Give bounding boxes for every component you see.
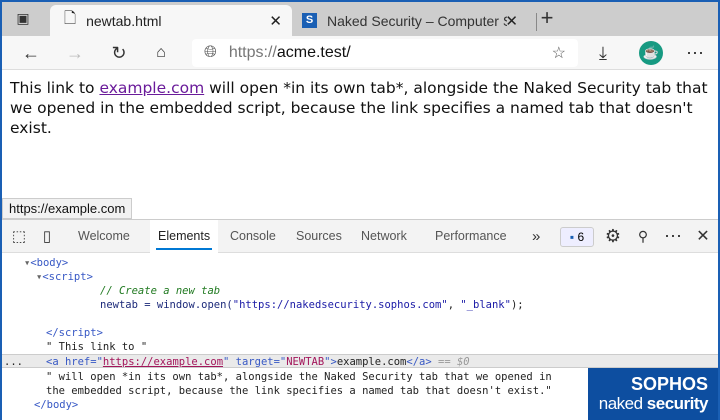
forward-icon[interactable]: → bbox=[62, 40, 88, 66]
text: This link to bbox=[10, 79, 100, 97]
issues-button[interactable]: ▪ 6 bbox=[560, 227, 594, 247]
tab-strip: ▣ 🗋 newtab.html ✕ S Naked Security – Com… bbox=[2, 2, 718, 36]
devtools-tab-performance[interactable]: Performance bbox=[435, 220, 507, 253]
issues-count: 6 bbox=[577, 230, 585, 244]
dom-node-script[interactable]: ▾<script> bbox=[2, 270, 718, 284]
status-bubble: https://example.com bbox=[2, 198, 133, 219]
dom-text-node[interactable]: " This link to " bbox=[2, 340, 718, 354]
script-code: newtab = window.open("https://nakedsecur… bbox=[100, 299, 524, 311]
close-devtools-icon[interactable]: ✕ bbox=[690, 223, 716, 249]
devtools-tab-network[interactable]: Network bbox=[361, 220, 407, 253]
devtools-toolbar: ⬚ ▯ Welcome Elements Console Sources Net… bbox=[2, 219, 718, 253]
address-bar[interactable]: 🌐︎ https://acme.test/ ☆ bbox=[192, 39, 578, 67]
device-emulation-icon[interactable]: ▯ bbox=[34, 223, 60, 249]
new-tab-button[interactable]: + bbox=[534, 5, 560, 31]
devtools-tab-elements[interactable]: Elements bbox=[150, 220, 219, 253]
script-comment: // Create a new tab bbox=[100, 285, 221, 297]
url-host: acme.test/ bbox=[276, 44, 351, 61]
home-icon[interactable]: ⌂ bbox=[148, 40, 174, 66]
tab-actions-icon[interactable]: ▣ bbox=[10, 5, 36, 31]
document-icon: 🗋 bbox=[64, 10, 77, 27]
inspect-element-icon[interactable]: ⬚ bbox=[6, 223, 32, 249]
devtools-tab-sources[interactable]: Sources bbox=[296, 220, 342, 253]
dom-node-script-end[interactable]: </script> bbox=[2, 326, 718, 340]
reload-icon[interactable]: ↻ bbox=[106, 40, 132, 66]
tab-title: newtab.html bbox=[86, 12, 162, 29]
dom-node-body[interactable]: ▾<body> bbox=[2, 256, 718, 270]
page-content: This link to example.com will open *in i… bbox=[10, 78, 710, 138]
issues-icon: ▪ bbox=[569, 230, 575, 244]
back-icon[interactable]: ← bbox=[18, 40, 44, 66]
globe-icon: 🌐︎ bbox=[204, 44, 217, 61]
browser-toolbar: ← → ↻ ⌂ 🌐︎ https://acme.test/ ☆ ⤓ ☕ ⋯ bbox=[2, 36, 718, 70]
feedback-icon[interactable]: ⚲ bbox=[630, 223, 656, 249]
tab-naked-security[interactable]: S Naked Security – Computer S ✕ bbox=[292, 5, 532, 36]
close-tab-icon[interactable]: ✕ bbox=[505, 12, 518, 30]
tab-title: Naked Security – Computer S bbox=[327, 12, 507, 29]
settings-gear-icon[interactable]: ⚙ bbox=[600, 223, 626, 249]
more-tabs-button[interactable]: » bbox=[532, 220, 540, 253]
devtools-more-icon[interactable]: ⋯ bbox=[660, 223, 686, 249]
downloads-icon[interactable]: ⤓ bbox=[590, 40, 616, 66]
example-link[interactable]: example.com bbox=[99, 79, 204, 97]
favorite-add-icon[interactable]: ☆ bbox=[552, 43, 566, 63]
devtools-tab-welcome[interactable]: Welcome bbox=[78, 220, 130, 253]
sophos-naked-security-logo: SOPHOS naked security bbox=[588, 368, 718, 420]
sophos-s-icon: S bbox=[302, 13, 317, 28]
more-menu-icon[interactable]: ⋯ bbox=[682, 40, 708, 66]
profile-avatar[interactable]: ☕ bbox=[639, 41, 663, 65]
url-scheme: https:// bbox=[228, 44, 277, 61]
devtools-tab-console[interactable]: Console bbox=[230, 220, 276, 253]
tab-newtab[interactable]: 🗋 newtab.html ✕ bbox=[50, 5, 292, 36]
dom-node-anchor-selected[interactable]: ... <a href="https://example.com" target=… bbox=[2, 354, 718, 368]
close-tab-icon[interactable]: ✕ bbox=[269, 12, 282, 30]
